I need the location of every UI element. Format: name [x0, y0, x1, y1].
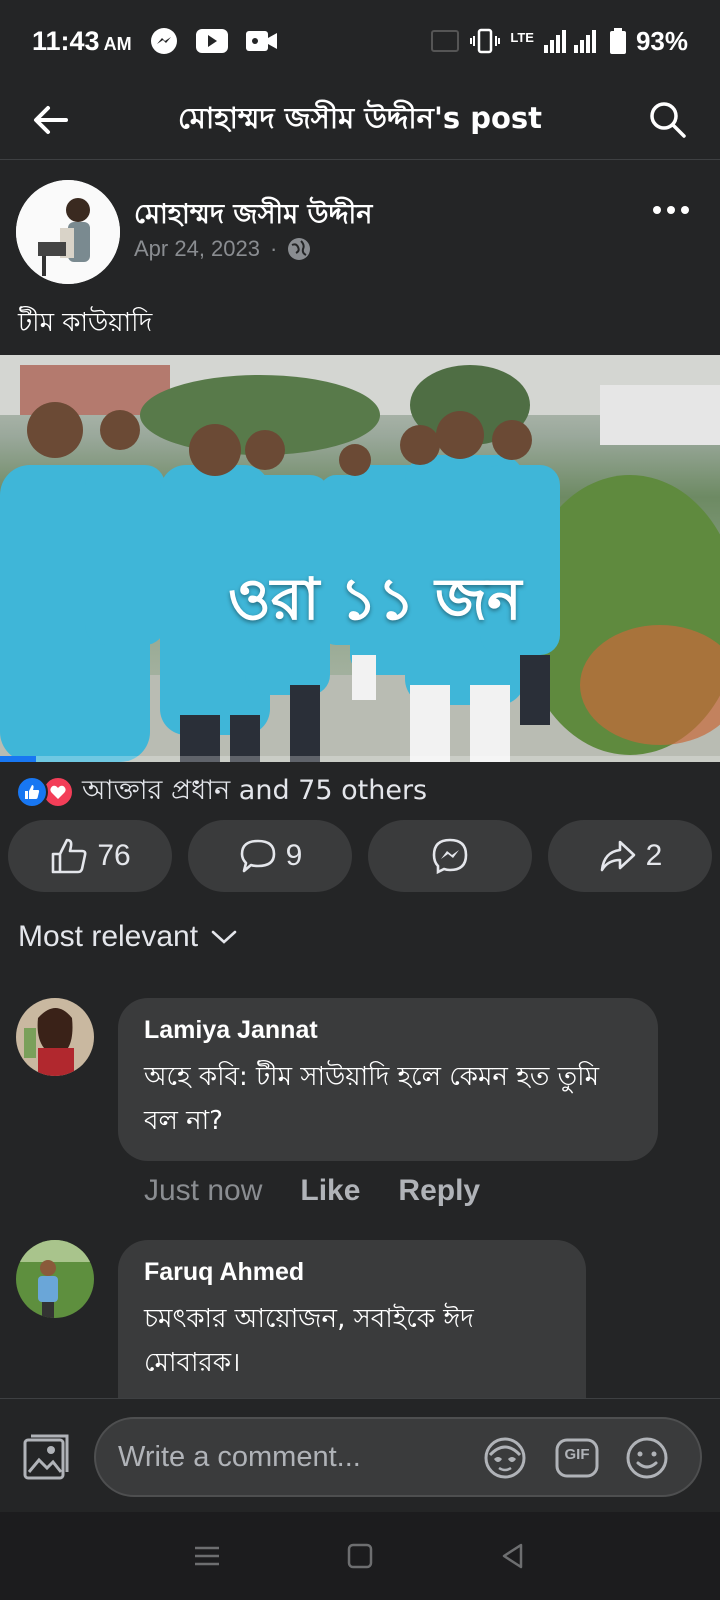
comment-bubble-icon — [240, 839, 275, 873]
battery-icon — [609, 28, 626, 54]
comment-reply-button[interactable]: Reply — [398, 1174, 480, 1208]
messenger-notification-icon — [150, 27, 178, 55]
back-nav-button[interactable] — [489, 1532, 537, 1580]
commenter-name[interactable]: Lamiya Jannat — [144, 1016, 632, 1045]
comment-item: Lamiya Jannat অহে কবি: টীম সাউয়াদি হলে … — [0, 998, 720, 1208]
menu-lines-icon — [194, 1546, 219, 1566]
comment-bubble[interactable]: Lamiya Jannat অহে কবি: টীম সাউয়াদি হলে … — [118, 998, 658, 1161]
share-arrow-icon — [600, 840, 635, 872]
comment-bubble[interactable]: Faruq Ahmed চমৎকার আয়োজন, সবাইকে ঈদ মোব… — [118, 1240, 586, 1398]
arrow-left-icon — [34, 106, 68, 134]
attach-photo-button[interactable] — [20, 1431, 72, 1483]
status-time: 11:43 AM — [32, 25, 132, 56]
comment-input-container: GIF — [94, 1417, 702, 1497]
gif-label: GIF — [564, 1446, 590, 1463]
meta-separator: · — [269, 236, 278, 261]
network-label: LTE — [510, 29, 534, 45]
back-button[interactable] — [28, 98, 72, 142]
triangle-back-icon — [503, 1543, 523, 1569]
author-avatar[interactable] — [16, 180, 120, 284]
avatar-sticker-icon — [484, 1437, 526, 1479]
post-actions: 76 9 2 — [8, 820, 712, 892]
recent-apps-button[interactable] — [183, 1532, 231, 1580]
commenter-avatar[interactable] — [16, 1240, 94, 1318]
avatar-sticker-button[interactable] — [482, 1435, 528, 1481]
like-reaction-icon — [16, 776, 48, 808]
photo-icon — [23, 1434, 69, 1480]
post-header: মোহাম্মদ জসীম উদ্দীন's post — [0, 82, 720, 160]
emoji-icon — [626, 1437, 668, 1479]
comment-composer: GIF — [0, 1398, 720, 1512]
comment-text: অহে কবি: টীম সাউয়াদি হলে কেমন হত তুমি ব… — [144, 1062, 600, 1136]
search-button[interactable] — [644, 96, 690, 142]
comment-count: 9 — [285, 839, 303, 872]
comment-button[interactable]: 9 — [188, 820, 352, 892]
search-icon — [650, 102, 686, 138]
comment-time[interactable]: Just now — [144, 1174, 262, 1208]
comment-like-button[interactable]: Like — [300, 1174, 360, 1208]
more-options-button[interactable] — [646, 192, 696, 228]
commenter-name[interactable]: Faruq Ahmed — [144, 1258, 560, 1287]
author-name[interactable]: মোহাম্মদ জসীম উদ্দীন — [134, 194, 372, 239]
share-button[interactable]: 2 — [548, 820, 712, 892]
messenger-icon — [432, 838, 468, 875]
gif-button[interactable]: GIF — [554, 1435, 600, 1481]
post-date[interactable]: Apr 24, 2023 — [134, 236, 260, 262]
post-text: টীম কাউয়াদি — [18, 308, 153, 338]
reaction-summary-text: আক্তার প্রধান and 75 others — [82, 774, 428, 806]
square-icon — [347, 1543, 373, 1569]
status-bar: 11:43 AM LTE 93% — [0, 0, 720, 82]
post-author-row: মোহাম্মদ জসীম উদ্দীন Apr 24, 2023 · — [0, 176, 720, 286]
home-button[interactable] — [336, 1532, 384, 1580]
page-title: মোহাম্মদ জসীম উদ্দীন's post — [177, 101, 543, 135]
post-meta: Apr 24, 2023 · — [134, 236, 311, 262]
share-count: 2 — [645, 839, 663, 872]
video-camera-notification-icon — [245, 29, 278, 53]
comment-text: চমৎকার আয়োজন, সবাইকে ঈদ মোবারক। — [144, 1304, 474, 1378]
video-progress-fill — [0, 756, 36, 762]
commenter-avatar[interactable] — [16, 998, 94, 1076]
vibrate-icon — [470, 28, 501, 54]
reaction-summary[interactable]: আক্তার প্রধান and 75 others — [16, 772, 427, 812]
youtube-notification-icon — [195, 29, 228, 53]
send-messenger-button[interactable] — [368, 820, 532, 892]
comment-actions: Just now Like Reply — [144, 1174, 480, 1208]
sort-label: Most relevant — [18, 920, 199, 953]
thumbs-up-icon — [52, 838, 87, 874]
like-button[interactable]: 76 — [8, 820, 172, 892]
globe-icon — [288, 238, 311, 260]
comments-sort-dropdown[interactable]: Most relevant — [18, 920, 238, 954]
cast-icon — [430, 29, 460, 53]
post-video[interactable]: ওরা ১১ জন — [0, 355, 720, 762]
battery-percent: 93% — [635, 25, 688, 56]
more-dots-icon — [653, 206, 689, 214]
like-count: 76 — [97, 839, 131, 872]
signal-icon — [543, 29, 600, 53]
emoji-button[interactable] — [624, 1435, 670, 1481]
chevron-down-icon — [211, 930, 237, 944]
video-overlay-caption: ওরা ১১ জন — [228, 565, 522, 633]
video-progress-bar[interactable] — [0, 756, 720, 762]
comment-input[interactable] — [118, 1437, 458, 1477]
comment-item: Faruq Ahmed চমৎকার আয়োজন, সবাইকে ঈদ মোব… — [0, 1240, 720, 1398]
system-navigation-bar — [0, 1512, 720, 1600]
